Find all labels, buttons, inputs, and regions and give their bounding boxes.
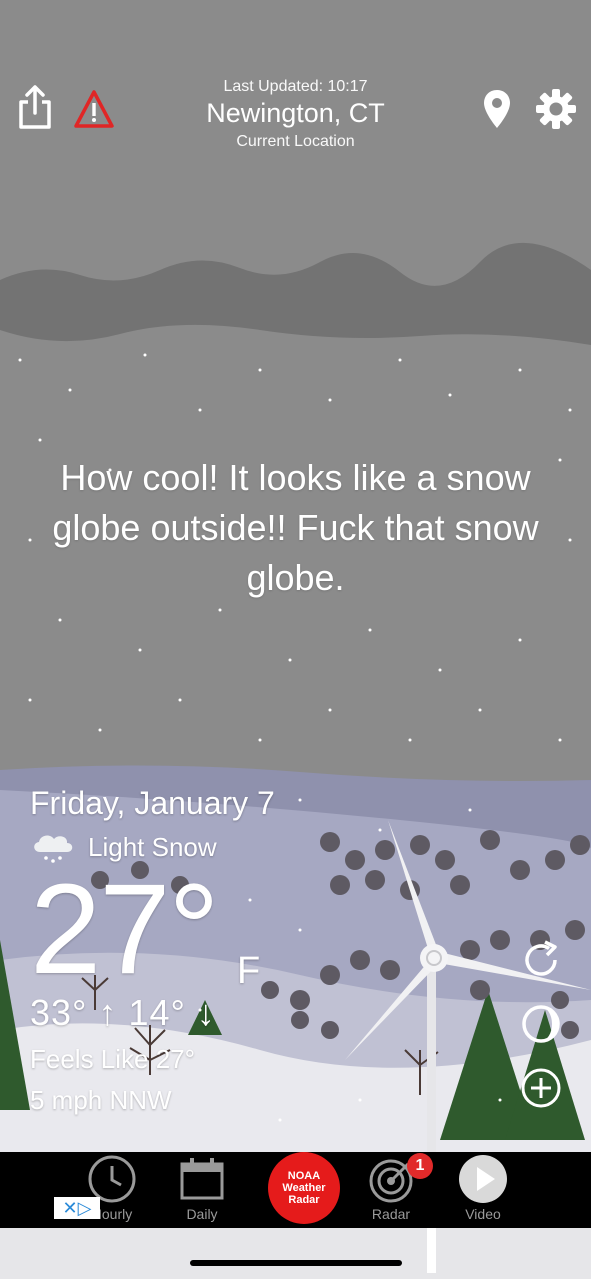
tab-video-label: Video xyxy=(465,1206,501,1222)
refresh-icon xyxy=(525,940,557,976)
tab-video[interactable]: Video xyxy=(438,1152,528,1228)
play-icon xyxy=(459,1155,507,1203)
plus-circle-icon xyxy=(521,1068,561,1108)
calendar-icon xyxy=(180,1158,224,1200)
noaa-label: NOAA Weather Radar xyxy=(282,1170,326,1206)
moon-icon xyxy=(522,1005,560,1043)
last-updated-label: Last Updated: 10:17 xyxy=(223,78,368,95)
tab-daily[interactable]: Daily xyxy=(157,1152,247,1228)
tab-radar-label: Radar xyxy=(371,1206,411,1222)
city-name[interactable]: Newington, CT xyxy=(0,98,591,129)
turbine-pole-lower xyxy=(427,1228,436,1273)
feels-like-label: Feels Like 27° xyxy=(30,1044,196,1074)
ad-choices-icon[interactable]: ✕▷ xyxy=(54,1197,100,1219)
noaa-radar-button[interactable]: NOAA Weather Radar xyxy=(268,1152,340,1224)
radar-badge: 1 xyxy=(407,1153,433,1179)
location-type-label: Current Location xyxy=(236,133,355,150)
refresh-button[interactable] xyxy=(519,938,563,982)
moon-phase-button[interactable] xyxy=(519,1002,563,1046)
wind-label: 5 mph NNW xyxy=(30,1085,172,1115)
weather-message: How cool! It looks like a snow globe out… xyxy=(52,457,539,598)
tab-daily-label: Daily xyxy=(186,1206,218,1222)
date-label: Friday, January 7 xyxy=(30,785,275,821)
current-weather-panel: Friday, January 7 Light Snow 27° F 33° ↑… xyxy=(30,785,275,1116)
home-indicator[interactable] xyxy=(190,1260,402,1266)
temperature-unit[interactable]: F xyxy=(237,950,260,993)
add-location-button[interactable] xyxy=(519,1066,563,1110)
high-low-temps: 33° ↑ 14° ↓ xyxy=(30,992,216,1033)
location-header: Last Updated: 10:17 Newington, CT Curren… xyxy=(0,78,591,151)
